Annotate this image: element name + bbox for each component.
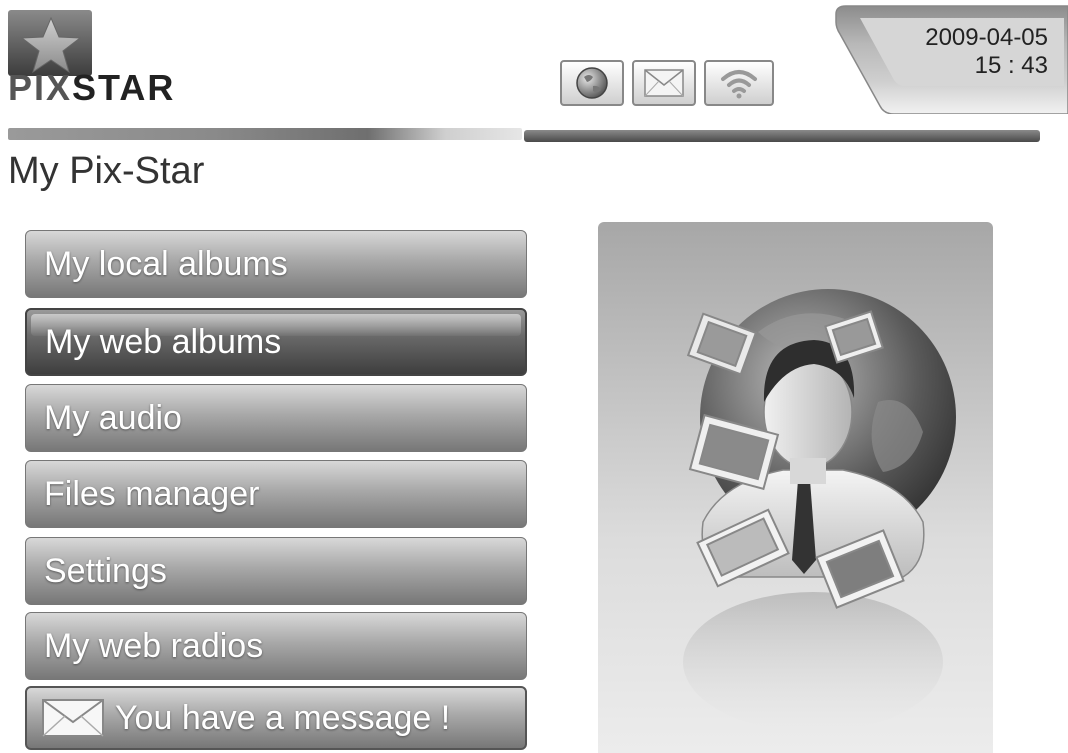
preview-panel [598,222,993,753]
menu-item-label: Files manager [44,474,260,513]
globe-icon [576,67,608,99]
header-rule-left [8,128,522,140]
logo-wordmark-part2: STAR [72,67,176,108]
message-notification-label: You have a message ! [115,698,451,737]
logo-wordmark: PIXSTAR [8,68,175,108]
globe-button[interactable] [560,60,624,106]
menu-item-web-albums[interactable]: My web albums [25,308,527,376]
globe-person-photos-illustration [683,289,956,732]
menu-item-settings[interactable]: Settings [25,537,527,605]
menu-item-label: My web albums [45,322,282,361]
menu-item-local-albums[interactable]: My local albums [25,230,527,298]
envelope-icon [644,69,684,97]
message-notification-button[interactable]: You have a message ! [25,686,527,750]
menu-item-label: Settings [44,551,167,590]
menu-item-audio[interactable]: My audio [25,384,527,452]
date-label: 2009-04-05 [925,24,1048,51]
status-icon-bar [560,60,774,106]
wifi-button[interactable] [704,60,774,106]
logo-wordmark-part1: PIX [8,67,73,108]
message-status-button[interactable] [632,60,696,106]
time-label: 15 : 43 [974,52,1048,79]
pixstar-logo: PIXSTAR [6,8,236,108]
wifi-icon [721,70,757,99]
envelope-icon [41,698,105,738]
header-rule-right [524,130,1040,142]
page-title: My Pix-Star [8,150,205,192]
menu-item-label: My local albums [44,244,288,283]
menu-item-files-manager[interactable]: Files manager [25,460,527,528]
star-icon [20,16,82,74]
menu-item-label: My web radios [44,626,264,665]
menu-item-label: My audio [44,398,182,437]
menu-item-web-radios[interactable]: My web radios [25,612,527,680]
datetime-badge: 2009-04-05 15 : 43 [834,4,1068,114]
